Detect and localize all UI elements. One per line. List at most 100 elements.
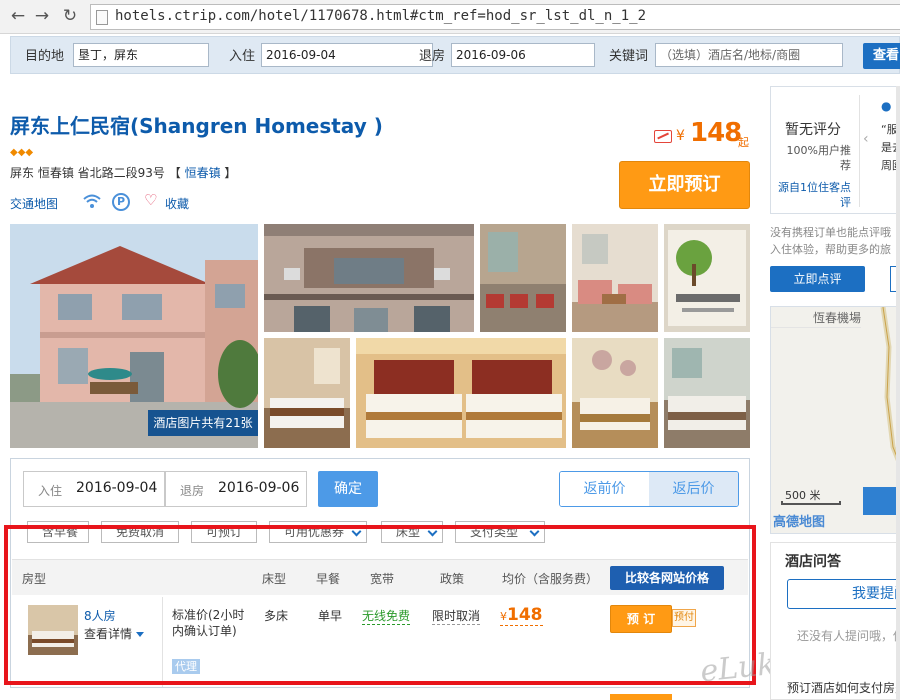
checkout-label: 退房 xyxy=(419,49,446,64)
checkout-date-picker[interactable]: 退房 2016-09-06 xyxy=(165,471,307,507)
compare-prices-button[interactable]: 比较各网站价格 xyxy=(610,566,724,590)
ask-question-button[interactable]: 我要提问 xyxy=(787,579,900,609)
review-source-link[interactable]: 源自1位住客点评 xyxy=(771,180,851,210)
review-hint: 没有携程订单也能点评哦 入住体验，帮助更多的旅 xyxy=(770,224,900,258)
checkin-date-picker[interactable]: 入住 2016-09-04 xyxy=(23,471,165,507)
right-sidebar: 暂无评分 100%用户推荐 源自1位住客点评 ‹ ● “服 是去 周圍 没有携程… xyxy=(770,86,900,700)
write-review-button[interactable]: 立即点评 xyxy=(770,266,865,292)
browser-toolbar: ← → ↻ hotels.ctrip.com/hotel/1170678.htm… xyxy=(0,0,900,34)
heart-icon[interactable]: ♡ xyxy=(144,191,157,209)
district-link[interactable]: 恒春镇 xyxy=(185,166,221,180)
filter-label: 可预订 xyxy=(206,525,243,539)
filter-breakfast[interactable]: 含早餐 xyxy=(27,521,89,543)
no-questions-text: 还没有人提问哦，你 xyxy=(797,629,900,643)
hotel-photo-sign[interactable] xyxy=(664,224,750,332)
room-table-header: 房型 床型 早餐 宽带 政策 均价（含服务费） 比较各网站价格 xyxy=(12,559,748,595)
checkin-label: 入住 xyxy=(38,484,63,498)
hotel-name: 屏东上仁民宿(Shangren Homestay ) xyxy=(10,114,383,138)
qa-title: 酒店问答 xyxy=(785,554,841,570)
page-icon xyxy=(96,10,108,25)
forward-icon[interactable]: → xyxy=(32,6,52,26)
filter-label: 含早餐 xyxy=(42,525,79,539)
room-thumbnail[interactable] xyxy=(28,605,78,655)
hotel-photo-bedroom-4[interactable] xyxy=(664,338,750,448)
rate-plan-name: 标准价(2小时内确认订单) xyxy=(172,608,245,638)
checkout-label: 退房 xyxy=(180,484,205,498)
diamond-rating-icon: ◆◆◆ xyxy=(10,147,34,158)
reload-icon[interactable]: ↻ xyxy=(60,6,80,26)
hotel-photo-bedroom-2[interactable] xyxy=(356,338,566,448)
url-text[interactable]: hotels.ctrip.com/hotel/1170678.html#ctm_… xyxy=(115,8,646,24)
user-icon: ● xyxy=(881,99,892,113)
room-name-link[interactable]: 8人房 xyxy=(84,607,116,624)
book-room-button[interactable]: 预 订 xyxy=(610,605,672,633)
checkin-input[interactable]: 2016-09-04 xyxy=(261,43,433,67)
chevron-left-icon[interactable]: ‹ xyxy=(863,131,869,147)
hotel-photo-facade[interactable] xyxy=(264,224,474,332)
price-currency: ¥ xyxy=(676,128,685,144)
hotel-map[interactable]: 恆春機場 500 米 高德地图 xyxy=(770,306,900,534)
room-row: 8人房 查看详情 标准价(2小时内确认订单) 代理 多床 单早 无线免费 限时取… xyxy=(12,597,748,687)
destination-label: 目的地 xyxy=(25,49,65,64)
filter-bed-type[interactable]: 床型 xyxy=(381,521,443,543)
map-control-button[interactable] xyxy=(863,487,899,515)
row-divider xyxy=(162,597,163,687)
checkout-date[interactable]: 2016-09-06 xyxy=(218,480,299,496)
address-bar[interactable]: hotels.ctrip.com/hotel/1170678.html#ctm_… xyxy=(90,4,900,30)
filter-coupon[interactable]: 可用优惠券 xyxy=(269,521,367,543)
price-before-rebate-tab[interactable]: 返前价 xyxy=(560,472,649,506)
district-bracket-close: 】 xyxy=(224,166,237,180)
review-divider xyxy=(859,95,860,207)
traffic-map-link[interactable]: 交通地图 xyxy=(10,195,58,212)
filter-label: 支付类型 xyxy=(470,525,519,539)
filter-available[interactable]: 可预订 xyxy=(191,521,257,543)
map-provider-logo: 高德地图 xyxy=(773,515,826,530)
filter-free-cancel[interactable]: 免费取消 xyxy=(101,521,179,543)
broadband-value[interactable]: 无线免费 xyxy=(362,607,411,625)
room-price-currency: ¥ xyxy=(500,610,507,623)
map-airport-label: 恆春機場 xyxy=(813,311,862,325)
price-after-rebate-tab[interactable]: 返后价 xyxy=(649,472,738,506)
filter-payment-type[interactable]: 支付类型 xyxy=(455,521,545,543)
confirm-button[interactable]: 确定 xyxy=(318,471,378,507)
favorite-link[interactable]: 收藏 xyxy=(165,195,189,212)
hotel-qa: 酒店问答 我要提问 还没有人提问哦，你 预订酒店如何支付房费 xyxy=(770,542,900,700)
address-text: 屏东 恒春镇 省北路二段93号 xyxy=(10,166,165,180)
photo-count-badge[interactable]: 酒店图片共有21张 xyxy=(148,410,258,436)
rating-status: 暂无评分 xyxy=(785,122,841,138)
room-details-toggle[interactable]: 查看详情 xyxy=(84,625,145,642)
col-breakfast: 早餐 xyxy=(316,572,341,586)
price-value: 148 xyxy=(690,118,742,148)
search-bar: 目的地 垦丁，屏东 入住 2016-09-04 退房 2016-09-06 关键… xyxy=(10,36,900,74)
col-policy: 政策 xyxy=(440,572,465,586)
prepay-badge: 预付 xyxy=(672,609,696,627)
hotel-photo-seating[interactable] xyxy=(480,224,566,332)
price-suffix: 起 xyxy=(738,136,749,149)
hotel-photo-bedroom-3[interactable] xyxy=(572,338,658,448)
room-price[interactable]: ¥148 xyxy=(500,605,543,626)
next-book-button[interactable] xyxy=(610,694,672,700)
checkin-label: 入住 xyxy=(229,49,256,64)
col-room-type: 房型 xyxy=(22,572,47,586)
chevron-down-icon xyxy=(351,526,362,537)
agent-badge: 代理 xyxy=(172,659,200,674)
destination-input[interactable]: 垦丁，屏东 xyxy=(73,43,209,67)
coupon-icon xyxy=(654,130,672,143)
cancel-policy-value[interactable]: 限时取消 xyxy=(432,607,481,625)
back-icon[interactable]: ← xyxy=(8,6,28,26)
hotel-address: 屏东 恒春镇 省北路二段93号 【 恒春镇 】 xyxy=(10,164,236,181)
col-bed-type: 床型 xyxy=(262,572,287,586)
keyword-input[interactable]: （选填）酒店名/地标/商圈 xyxy=(655,43,843,67)
search-button[interactable]: 查看 xyxy=(863,43,900,69)
hotel-photo-bedroom-1[interactable] xyxy=(264,338,350,448)
checkout-input[interactable]: 2016-09-06 xyxy=(451,43,595,67)
hotel-photo-lounge[interactable] xyxy=(572,224,658,332)
lowest-price: ¥ 148 起 xyxy=(650,118,750,152)
filter-label: 床型 xyxy=(396,525,421,539)
scrollbar-track[interactable] xyxy=(896,86,900,700)
map-scale-bar xyxy=(781,501,841,505)
faq-pay-question[interactable]: 预订酒店如何支付房费 xyxy=(787,679,900,696)
book-now-button[interactable]: 立即预订 xyxy=(619,161,750,209)
checkin-date[interactable]: 2016-09-04 xyxy=(76,480,157,496)
keyword-label: 关键词 xyxy=(609,49,649,64)
